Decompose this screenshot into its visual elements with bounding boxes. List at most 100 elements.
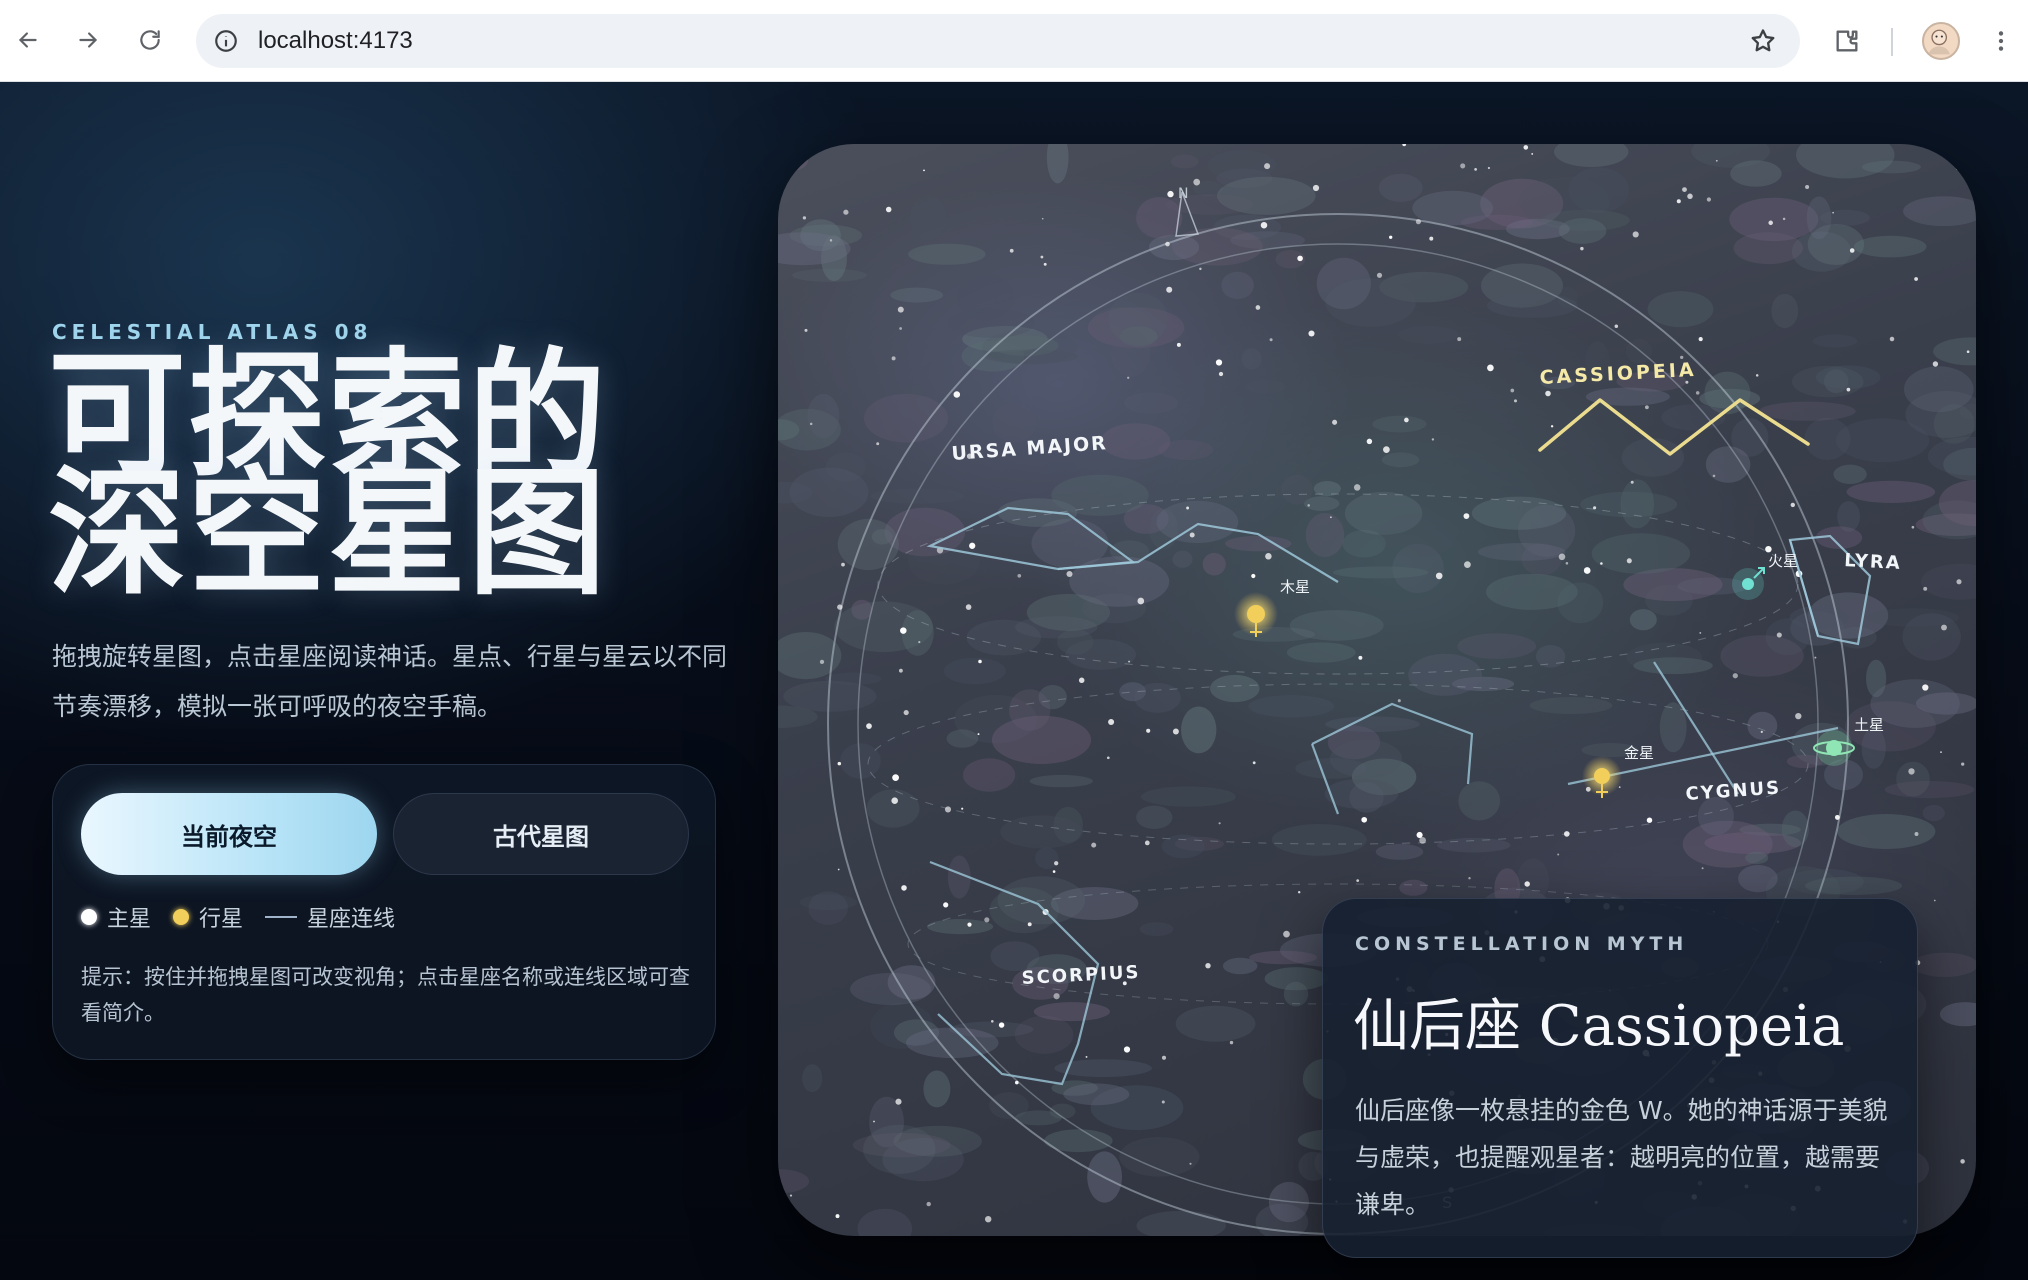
nebula-blotch (1781, 810, 1809, 848)
star (1252, 761, 1256, 765)
star (891, 797, 898, 804)
nebula-blotch (1745, 851, 1769, 865)
star (1356, 879, 1360, 882)
star (1755, 374, 1759, 377)
nebula-blotch (1862, 160, 1921, 174)
nebula-blotch (1837, 814, 1936, 849)
star (1269, 338, 1273, 342)
star (1264, 163, 1271, 170)
star (1923, 586, 1928, 591)
control-panel: 当前夜空 古代星图 主星 行星 星座连线 提示：按住并拖拽星图可改变视角；点击星… (52, 764, 716, 1060)
star (1215, 359, 1223, 366)
nebula-blotch (1554, 144, 1629, 168)
star (1908, 768, 1915, 775)
nebula-blotch (802, 1064, 823, 1093)
nebula-blotch (1377, 513, 1460, 557)
compass-north-label: N (1178, 186, 1188, 202)
reload-icon[interactable] (130, 20, 170, 60)
star (1193, 178, 1201, 186)
nebula-blotch (1884, 781, 1975, 799)
myth-body: 仙后座像一枚悬挂的金色 W。她的神话源于美貌与虚荣，也提醒观星者：越明亮的位置，… (1355, 1096, 1888, 1219)
info-icon[interactable] (212, 27, 240, 55)
star (1043, 262, 1047, 266)
star (1260, 221, 1268, 229)
label-cygnus[interactable]: CYGNUS (1685, 777, 1782, 805)
nebula-blotch (1065, 639, 1137, 670)
star (1464, 561, 1471, 568)
star (1123, 1046, 1131, 1053)
nebula-blotch (1647, 291, 1714, 328)
nebula-blotch (1837, 501, 1860, 532)
nebula-blotch (906, 1027, 999, 1059)
star (1463, 513, 1470, 519)
star (873, 1120, 875, 1123)
nebula-blotch (807, 393, 840, 439)
star (1618, 786, 1621, 788)
star (1933, 899, 1936, 902)
nebula-blotch (808, 891, 848, 925)
label-lyra[interactable]: LYRA (1844, 550, 1903, 574)
star (1308, 330, 1315, 337)
star (1846, 387, 1851, 392)
label-ursa-major[interactable]: URSA MAJOR (951, 432, 1109, 465)
star (1108, 718, 1115, 726)
nebula-blotch (1771, 293, 1799, 329)
star (1557, 853, 1560, 856)
nebula-blotch (1000, 815, 1083, 849)
star (1015, 1080, 1019, 1085)
star (866, 723, 872, 729)
star (1066, 570, 1073, 578)
star (1593, 506, 1597, 510)
star (895, 1098, 902, 1105)
profile-avatar[interactable] (1922, 22, 1960, 60)
star-icon[interactable] (1748, 26, 1778, 56)
nebula-blotch (887, 965, 936, 1000)
nebula-blotch (1035, 847, 1059, 869)
extensions-icon[interactable] (1828, 22, 1866, 60)
nebula-blotch (1903, 196, 1976, 227)
mode-current-sky-button[interactable]: 当前夜空 (81, 793, 377, 875)
star (837, 761, 842, 766)
mode-ancient-chart-button[interactable]: 古代星图 (393, 793, 689, 875)
star (1699, 631, 1702, 634)
nebula-blotch (1720, 635, 1804, 677)
nebula-blotch (1046, 144, 1069, 184)
star (1849, 248, 1855, 253)
star (1127, 376, 1130, 379)
nebula-blotch (1747, 711, 1778, 740)
address-bar[interactable]: localhost:4173 (196, 14, 1800, 68)
star (1460, 163, 1466, 169)
legend-planet-label: 行星 (199, 907, 244, 932)
back-icon[interactable] (8, 20, 48, 60)
hero-title: 可探索的 深空星图 (48, 346, 748, 614)
star (1027, 922, 1032, 927)
planet-mars[interactable]: 火星 (1732, 552, 1798, 600)
url-text[interactable]: localhost:4173 (258, 27, 413, 55)
star (1146, 728, 1151, 733)
nebula-blotch (1591, 533, 1691, 574)
star (804, 328, 808, 332)
planet-dot-icon (173, 909, 190, 925)
star (961, 807, 964, 810)
nebula-blotch (1134, 682, 1181, 713)
nebula-blotch (1271, 824, 1367, 856)
star (991, 1020, 994, 1023)
legend-main-star-label: 主星 (107, 907, 152, 932)
star (1805, 184, 1810, 190)
forward-icon[interactable] (68, 20, 108, 60)
star (819, 659, 825, 665)
nebula-blotch (1705, 446, 1751, 483)
hint-text: 提示：按住并拖拽星图可改变视角；点击星座名称或连线区域可查看简介。 (81, 965, 690, 1025)
star (876, 442, 880, 446)
star (923, 169, 925, 172)
nebula-blotch (1305, 513, 1345, 557)
star (1961, 762, 1965, 766)
nebula-blotch (1621, 438, 1685, 477)
star (900, 627, 907, 634)
hero-title-line-2: 深空星图 (48, 451, 609, 614)
legend-planet: 行星 (173, 901, 243, 933)
nebula-blotch (1063, 1083, 1130, 1106)
star (1431, 438, 1435, 441)
star (1795, 712, 1802, 720)
more-menu-icon[interactable] (1982, 22, 2020, 60)
